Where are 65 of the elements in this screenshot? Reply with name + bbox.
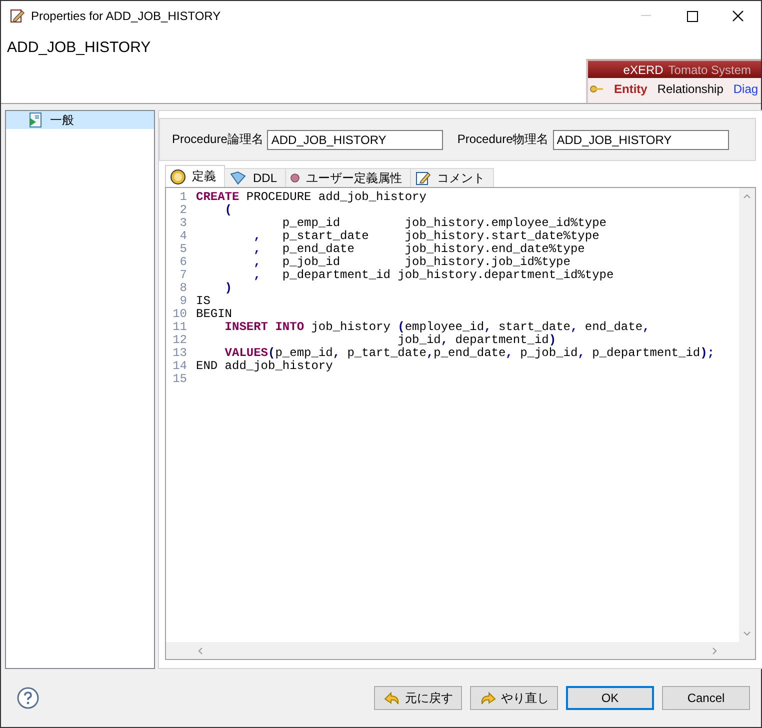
line-number: 3 — [178, 217, 188, 230]
line-number: 11 — [172, 321, 188, 334]
maximize-icon[interactable] — [686, 10, 698, 22]
line-number: 9 — [178, 295, 188, 308]
banner-link[interactable]: Relationship — [657, 82, 724, 96]
code-line: , p_department_id job_history.department_id%type — [252, 269, 615, 282]
tab[interactable]: コメント — [410, 168, 494, 187]
code-line: IS — [196, 295, 212, 308]
window-title: Properties for ADD_JOB_HISTORY — [31, 9, 221, 23]
code-line: ) — [224, 282, 234, 295]
undo-arrow-icon — [383, 690, 401, 706]
document-icon — [28, 112, 42, 128]
edit-document-icon — [9, 8, 25, 24]
code-line: BEGIN — [196, 308, 234, 321]
brand-name: eXERD — [623, 62, 664, 76]
scroll-down-icon[interactable] — [742, 630, 751, 638]
line-number: 1 — [178, 191, 188, 204]
code-line: CREATE PROCEDURE add_job_history — [196, 191, 428, 204]
code-line: INSERT INTO job_history (employee_id, start_date, end_date, — [224, 321, 651, 334]
tab[interactable]: 定義 — [165, 165, 225, 187]
code-line: , p_end_date job_history.end_date%type — [252, 243, 586, 256]
dialog-button[interactable]: やり直し — [470, 686, 558, 710]
coin-icon — [170, 168, 186, 184]
line-number: 6 — [178, 256, 188, 269]
redo-arrow-icon — [479, 690, 497, 706]
code-line: , p_start_date job_history.start_date%type — [252, 230, 600, 243]
notepad-icon — [415, 170, 432, 186]
tab[interactable]: DDL — [224, 168, 286, 187]
tree-item[interactable]: 一般 — [6, 111, 154, 129]
key-icon — [590, 85, 604, 93]
scroll-right-icon[interactable] — [710, 646, 719, 654]
line-number: 5 — [178, 243, 188, 256]
line-number: 10 — [172, 308, 188, 321]
scroll-left-icon[interactable] — [196, 646, 204, 654]
line-number: 2 — [178, 204, 188, 217]
field-label: Procedure論理名 — [172, 131, 264, 148]
tab[interactable]: ユーザー定義属性 — [285, 168, 412, 187]
line-number: 7 — [178, 269, 188, 282]
help-icon[interactable] — [17, 687, 39, 709]
line-number: 13 — [172, 347, 188, 360]
input-field[interactable]: ADD_JOB_HISTORY — [267, 130, 444, 150]
dialog-button[interactable]: 元に戻す — [374, 686, 462, 710]
minimize-icon[interactable] — [641, 15, 651, 17]
code-line: , p_job_id job_history.job_id%type — [252, 256, 572, 269]
banner-link[interactable]: Diag — [733, 82, 758, 96]
scroll-up-icon[interactable] — [742, 192, 751, 200]
dialog-button[interactable]: OK — [566, 686, 654, 710]
line-number: 14 — [172, 360, 188, 373]
code-line: job_id, department_id) — [396, 334, 558, 347]
banner-link[interactable]: Entity — [614, 82, 648, 96]
code-line: p_emp_id job_history.employee_id%type — [281, 217, 608, 230]
line-number: 4 — [178, 230, 188, 243]
product-name: Tomato System — [668, 62, 751, 76]
line-number: 15 — [172, 373, 188, 386]
close-icon[interactable] — [732, 10, 744, 22]
code-line: ( — [224, 204, 234, 217]
page-heading: ADD_JOB_HISTORY — [7, 39, 151, 58]
line-number: 12 — [172, 334, 188, 347]
dialog-button[interactable]: Cancel — [662, 686, 750, 710]
code-line: END add_job_history — [196, 360, 334, 373]
code-line: VALUES(p_emp_id, p_tart_date,p_end_date, p_job_id, p_department_id); — [224, 347, 716, 360]
line-number: 8 — [178, 282, 188, 295]
dot-icon — [290, 173, 300, 183]
field-label: Procedure物理名 — [457, 131, 549, 148]
input-field[interactable]: ADD_JOB_HISTORY — [552, 130, 729, 150]
